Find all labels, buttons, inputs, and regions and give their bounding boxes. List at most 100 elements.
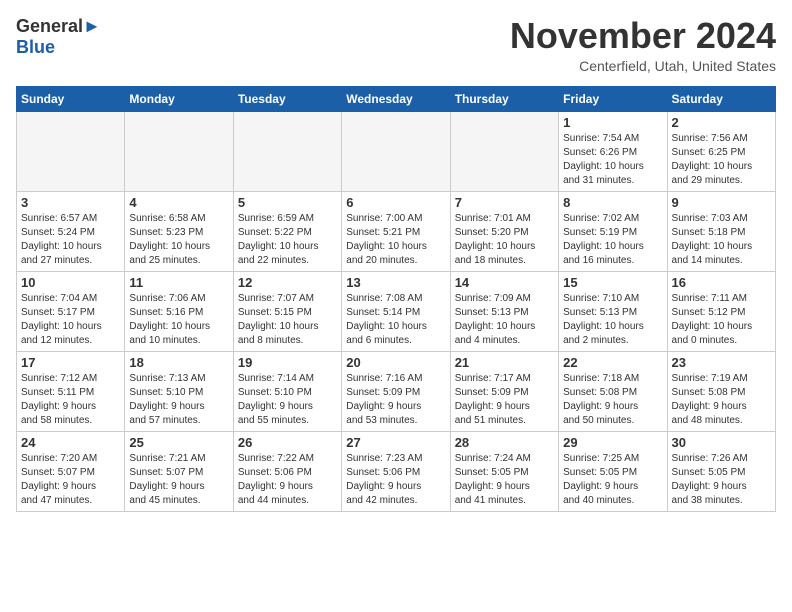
header-wednesday: Wednesday (342, 86, 450, 111)
calendar-cell: 22 Sunrise: 7:18 AM Sunset: 5:08 PM Dayli… (559, 351, 667, 431)
day-number: 28 (455, 435, 554, 450)
calendar-cell: 8 Sunrise: 7:02 AM Sunset: 5:19 PM Daylig… (559, 191, 667, 271)
calendar-body: 1 Sunrise: 7:54 AM Sunset: 6:26 PM Daylig… (17, 111, 776, 511)
calendar-cell: 3Sunrise: 6:57 AM Sunset: 5:24 PM Daylig… (17, 191, 125, 271)
day-number: 12 (238, 275, 337, 290)
day-info: Sunrise: 7:19 AM Sunset: 5:08 PM Dayligh… (672, 372, 771, 428)
day-info: Sunrise: 7:01 AM Sunset: 5:20 PM Dayligh… (455, 212, 554, 268)
day-info: Sunrise: 7:54 AM Sunset: 6:26 PM Dayligh… (563, 132, 662, 188)
page-header: General► Blue November 2024 Centerfield,… (16, 16, 776, 74)
calendar-cell: 23 Sunrise: 7:19 AM Sunset: 5:08 PM Dayli… (667, 351, 775, 431)
calendar-table: SundayMondayTuesdayWednesdayThursdayFrid… (16, 86, 776, 512)
calendar-cell: 16 Sunrise: 7:11 AM Sunset: 5:12 PM Dayli… (667, 271, 775, 351)
day-info: Sunrise: 7:12 AM Sunset: 5:11 PM Dayligh… (21, 372, 120, 428)
day-number: 19 (238, 355, 337, 370)
day-number: 4 (129, 195, 228, 210)
day-number: 24 (21, 435, 120, 450)
day-info: Sunrise: 6:58 AM Sunset: 5:23 PM Dayligh… (129, 212, 228, 268)
day-number: 15 (563, 275, 662, 290)
header-thursday: Thursday (450, 86, 558, 111)
day-info: Sunrise: 7:56 AM Sunset: 6:25 PM Dayligh… (672, 132, 771, 188)
day-info: Sunrise: 7:13 AM Sunset: 5:10 PM Dayligh… (129, 372, 228, 428)
header-saturday: Saturday (667, 86, 775, 111)
calendar-cell: 15Sunrise: 7:10 AM Sunset: 5:13 PM Dayli… (559, 271, 667, 351)
day-number: 27 (346, 435, 445, 450)
week-row-3: 10Sunrise: 7:04 AM Sunset: 5:17 PM Dayli… (17, 271, 776, 351)
day-number: 5 (238, 195, 337, 210)
day-info: Sunrise: 7:08 AM Sunset: 5:14 PM Dayligh… (346, 292, 445, 348)
day-info: Sunrise: 7:09 AM Sunset: 5:13 PM Dayligh… (455, 292, 554, 348)
day-number: 22 (563, 355, 662, 370)
logo-line1: General► (16, 16, 101, 37)
calendar-cell (342, 111, 450, 191)
day-info: Sunrise: 7:17 AM Sunset: 5:09 PM Dayligh… (455, 372, 554, 428)
calendar-cell: 9 Sunrise: 7:03 AM Sunset: 5:18 PM Daylig… (667, 191, 775, 271)
day-number: 16 (672, 275, 771, 290)
calendar-cell: 30 Sunrise: 7:26 AM Sunset: 5:05 PM Dayli… (667, 431, 775, 511)
calendar-cell: 26Sunrise: 7:22 AM Sunset: 5:06 PM Dayli… (233, 431, 341, 511)
calendar-cell: 13Sunrise: 7:08 AM Sunset: 5:14 PM Dayli… (342, 271, 450, 351)
day-number: 17 (21, 355, 120, 370)
day-number: 23 (672, 355, 771, 370)
day-info: Sunrise: 7:20 AM Sunset: 5:07 PM Dayligh… (21, 452, 120, 508)
week-row-5: 24 Sunrise: 7:20 AM Sunset: 5:07 PM Dayli… (17, 431, 776, 511)
calendar-cell: 27 Sunrise: 7:23 AM Sunset: 5:06 PM Dayli… (342, 431, 450, 511)
header-sunday: Sunday (17, 86, 125, 111)
location: Centerfield, Utah, United States (510, 58, 776, 74)
calendar-cell: 20 Sunrise: 7:16 AM Sunset: 5:09 PM Dayli… (342, 351, 450, 431)
day-number: 8 (563, 195, 662, 210)
calendar-cell: 5 Sunrise: 6:59 AM Sunset: 5:22 PM Daylig… (233, 191, 341, 271)
header-monday: Monday (125, 86, 233, 111)
day-number: 29 (563, 435, 662, 450)
calendar-cell: 18Sunrise: 7:13 AM Sunset: 5:10 PM Dayli… (125, 351, 233, 431)
calendar-cell: 6Sunrise: 7:00 AM Sunset: 5:21 PM Daylig… (342, 191, 450, 271)
week-row-1: 1 Sunrise: 7:54 AM Sunset: 6:26 PM Daylig… (17, 111, 776, 191)
calendar-cell: 29Sunrise: 7:25 AM Sunset: 5:05 PM Dayli… (559, 431, 667, 511)
calendar-cell: 17 Sunrise: 7:12 AM Sunset: 5:11 PM Dayli… (17, 351, 125, 431)
day-info: Sunrise: 7:06 AM Sunset: 5:16 PM Dayligh… (129, 292, 228, 348)
calendar-cell: 21 Sunrise: 7:17 AM Sunset: 5:09 PM Dayli… (450, 351, 558, 431)
header-friday: Friday (559, 86, 667, 111)
day-number: 30 (672, 435, 771, 450)
calendar-cell: 2 Sunrise: 7:56 AM Sunset: 6:25 PM Daylig… (667, 111, 775, 191)
day-info: Sunrise: 7:23 AM Sunset: 5:06 PM Dayligh… (346, 452, 445, 508)
day-number: 3 (21, 195, 120, 210)
day-number: 10 (21, 275, 120, 290)
calendar-cell: 10Sunrise: 7:04 AM Sunset: 5:17 PM Dayli… (17, 271, 125, 351)
day-info: Sunrise: 7:24 AM Sunset: 5:05 PM Dayligh… (455, 452, 554, 508)
day-number: 9 (672, 195, 771, 210)
calendar-cell: 7 Sunrise: 7:01 AM Sunset: 5:20 PM Daylig… (450, 191, 558, 271)
calendar-cell: 4 Sunrise: 6:58 AM Sunset: 5:23 PM Daylig… (125, 191, 233, 271)
header-tuesday: Tuesday (233, 86, 341, 111)
day-info: Sunrise: 7:16 AM Sunset: 5:09 PM Dayligh… (346, 372, 445, 428)
calendar-cell (233, 111, 341, 191)
day-number: 20 (346, 355, 445, 370)
day-number: 25 (129, 435, 228, 450)
day-info: Sunrise: 7:18 AM Sunset: 5:08 PM Dayligh… (563, 372, 662, 428)
day-info: Sunrise: 7:07 AM Sunset: 5:15 PM Dayligh… (238, 292, 337, 348)
day-info: Sunrise: 7:03 AM Sunset: 5:18 PM Dayligh… (672, 212, 771, 268)
day-number: 14 (455, 275, 554, 290)
day-info: Sunrise: 7:14 AM Sunset: 5:10 PM Dayligh… (238, 372, 337, 428)
week-row-2: 3Sunrise: 6:57 AM Sunset: 5:24 PM Daylig… (17, 191, 776, 271)
calendar-cell: 19 Sunrise: 7:14 AM Sunset: 5:10 PM Dayli… (233, 351, 341, 431)
day-number: 1 (563, 115, 662, 130)
month-title: November 2024 (510, 16, 776, 56)
day-number: 7 (455, 195, 554, 210)
day-number: 11 (129, 275, 228, 290)
day-info: Sunrise: 6:59 AM Sunset: 5:22 PM Dayligh… (238, 212, 337, 268)
calendar-cell (450, 111, 558, 191)
calendar-cell: 28 Sunrise: 7:24 AM Sunset: 5:05 PM Dayli… (450, 431, 558, 511)
logo-line2: Blue (16, 37, 101, 58)
day-number: 21 (455, 355, 554, 370)
day-number: 26 (238, 435, 337, 450)
calendar-cell: 12 Sunrise: 7:07 AM Sunset: 5:15 PM Dayli… (233, 271, 341, 351)
calendar-cell: 25Sunrise: 7:21 AM Sunset: 5:07 PM Dayli… (125, 431, 233, 511)
day-info: Sunrise: 7:26 AM Sunset: 5:05 PM Dayligh… (672, 452, 771, 508)
day-number: 6 (346, 195, 445, 210)
day-info: Sunrise: 7:02 AM Sunset: 5:19 PM Dayligh… (563, 212, 662, 268)
day-info: Sunrise: 7:11 AM Sunset: 5:12 PM Dayligh… (672, 292, 771, 348)
week-row-4: 17 Sunrise: 7:12 AM Sunset: 5:11 PM Dayli… (17, 351, 776, 431)
calendar-header-row: SundayMondayTuesdayWednesdayThursdayFrid… (17, 86, 776, 111)
day-number: 2 (672, 115, 771, 130)
